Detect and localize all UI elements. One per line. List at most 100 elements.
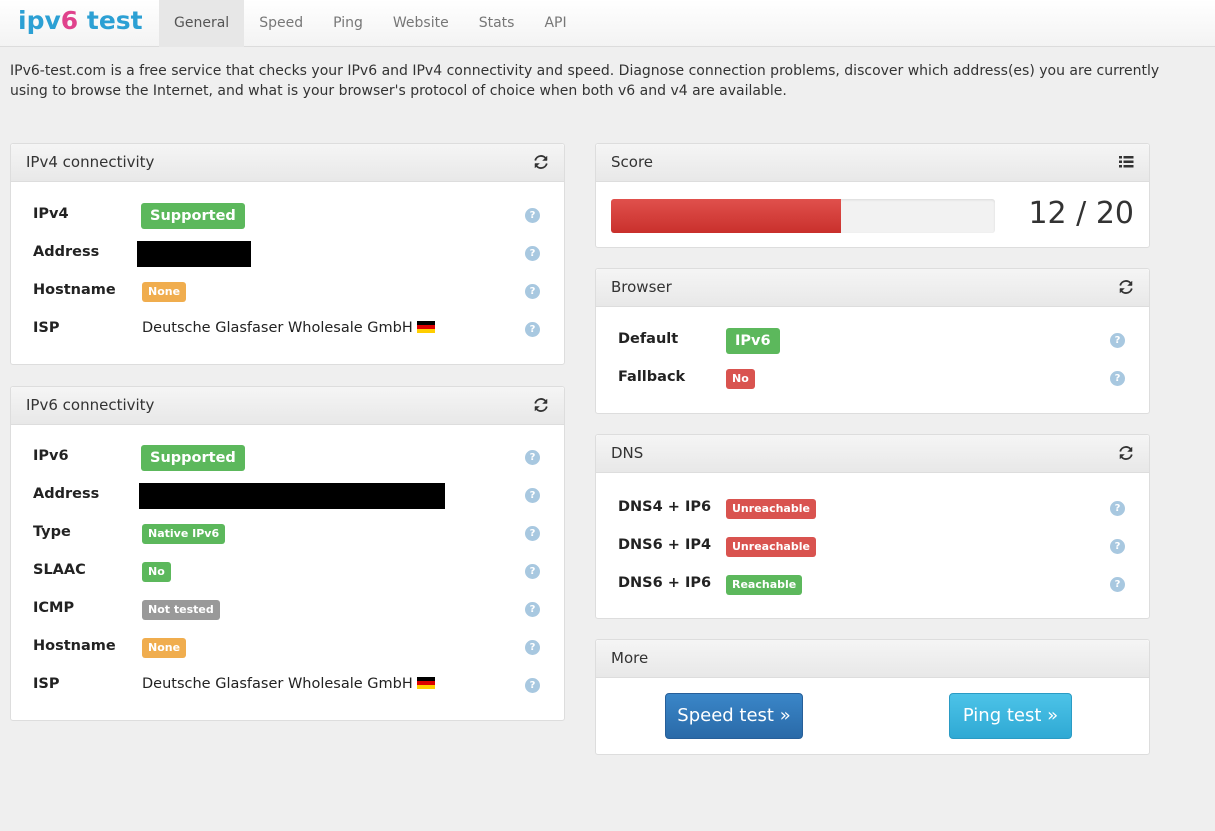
refresh-icon[interactable] xyxy=(532,396,550,414)
score-progress-fill xyxy=(611,199,842,233)
row-label: ICMP xyxy=(33,600,75,616)
nav-general[interactable]: General xyxy=(159,0,245,47)
isp-value: Deutsche Glasfaser Wholesale GmbH xyxy=(142,320,435,336)
row-label: SLAAC xyxy=(33,562,86,578)
score-progress-bar xyxy=(611,199,995,233)
speed-test-button[interactable]: Speed test » xyxy=(665,693,803,739)
logo[interactable]: ipv6 test xyxy=(18,6,143,36)
panel-title: IPv6 connectivity xyxy=(26,396,155,414)
ipv4-row-address: Address ? xyxy=(11,241,566,267)
panel-title: DNS xyxy=(611,444,644,462)
row-label: IPv4 xyxy=(33,206,69,222)
ipv6-row-status: IPv6 Supported ? xyxy=(11,445,566,471)
panel-header: Browser xyxy=(596,269,1149,307)
logo-text-ipv: ipv xyxy=(18,6,61,35)
ipv4-panel: IPv4 connectivity IPv4 Supported ? Addre… xyxy=(10,143,565,365)
ipv6-row-icmp: ICMP Not tested ? xyxy=(11,598,566,622)
help-icon[interactable]: ? xyxy=(525,526,540,541)
row-label: Hostname xyxy=(33,282,116,298)
status-badge: Native IPv6 xyxy=(142,524,226,544)
browser-panel: Browser Default IPv6 ? Fallback No ? xyxy=(595,268,1150,414)
status-badge: None xyxy=(142,282,187,302)
redacted-address xyxy=(137,241,251,267)
nav-stats[interactable]: Stats xyxy=(464,0,530,47)
help-icon[interactable]: ? xyxy=(525,602,540,617)
ping-test-button[interactable]: Ping test » xyxy=(949,693,1072,739)
panel-title: More xyxy=(611,649,649,667)
row-label: Address xyxy=(33,486,100,502)
help-icon[interactable]: ? xyxy=(525,284,540,299)
ipv4-row-status: IPv4 Supported ? xyxy=(11,203,566,229)
refresh-icon[interactable] xyxy=(1117,444,1135,462)
help-icon[interactable]: ? xyxy=(1110,333,1125,348)
help-icon[interactable]: ? xyxy=(525,450,540,465)
status-badge: Supported xyxy=(141,445,245,471)
panel-header: More xyxy=(596,640,1149,678)
help-icon[interactable]: ? xyxy=(525,208,540,223)
status-badge: Supported xyxy=(141,203,245,229)
help-icon[interactable]: ? xyxy=(525,640,540,655)
nav-api[interactable]: API xyxy=(529,0,581,47)
help-icon[interactable]: ? xyxy=(525,322,540,337)
status-badge: Unreachable xyxy=(726,537,816,557)
main-nav: General Speed Ping Website Stats API xyxy=(159,0,582,47)
flag-de-icon xyxy=(416,677,435,689)
row-label: DNS6 + IP4 xyxy=(618,537,712,553)
help-icon[interactable]: ? xyxy=(525,246,540,261)
isp-value: Deutsche Glasfaser Wholesale GmbH xyxy=(142,676,435,692)
help-icon[interactable]: ? xyxy=(525,678,540,693)
ipv4-row-isp: ISP Deutsche Glasfaser Wholesale GmbH ? xyxy=(11,318,566,342)
panel-header: Score xyxy=(596,144,1149,182)
list-icon[interactable] xyxy=(1117,153,1135,171)
logo-text-test: test xyxy=(78,6,143,35)
status-badge: Reachable xyxy=(726,575,803,595)
row-label: IPv6 xyxy=(33,448,69,464)
panel-header: IPv4 connectivity xyxy=(11,144,564,182)
row-label: DNS4 + IP6 xyxy=(618,499,712,515)
navbar: ipv6 test General Speed Ping Website Sta… xyxy=(0,0,1215,47)
nav-ping[interactable]: Ping xyxy=(318,0,378,47)
isp-name: Deutsche Glasfaser Wholesale GmbH xyxy=(142,320,413,336)
panel-title: Browser xyxy=(611,278,672,296)
row-label: Default xyxy=(618,331,679,347)
refresh-icon[interactable] xyxy=(1117,278,1135,296)
status-badge: Not tested xyxy=(142,600,220,620)
browser-row-fallback: Fallback No ? xyxy=(596,367,1151,391)
ipv6-row-hostname: Hostname None ? xyxy=(11,636,566,660)
dns-row-dns6-ip6: DNS6 + IP6 Reachable ? xyxy=(596,573,1151,597)
status-badge: None xyxy=(142,638,187,658)
row-label: ISP xyxy=(33,320,60,336)
refresh-icon[interactable] xyxy=(532,153,550,171)
nav-speed[interactable]: Speed xyxy=(244,0,318,47)
ipv6-row-isp: ISP Deutsche Glasfaser Wholesale GmbH ? xyxy=(11,674,566,698)
row-label: ISP xyxy=(33,676,60,692)
panel-header: DNS xyxy=(596,435,1149,473)
nav-website[interactable]: Website xyxy=(378,0,464,47)
help-icon[interactable]: ? xyxy=(1110,371,1125,386)
row-label: Address xyxy=(33,244,100,260)
help-icon[interactable]: ? xyxy=(525,488,540,503)
dns-row-dns4-ip6: DNS4 + IP6 Unreachable ? xyxy=(596,497,1151,521)
logo-text-6: 6 xyxy=(60,6,79,35)
row-label: DNS6 + IP6 xyxy=(618,575,712,591)
row-label: Type xyxy=(33,524,71,540)
row-label: Fallback xyxy=(618,369,686,385)
help-icon[interactable]: ? xyxy=(1110,539,1125,554)
help-icon[interactable]: ? xyxy=(1110,501,1125,516)
redacted-address xyxy=(139,483,445,509)
panel-header: IPv6 connectivity xyxy=(11,387,564,425)
dns-panel: DNS DNS4 + IP6 Unreachable ? DNS6 + IP4 … xyxy=(595,434,1150,619)
help-icon[interactable]: ? xyxy=(1110,577,1125,592)
panel-title: Score xyxy=(611,153,654,171)
ipv4-row-hostname: Hostname None ? xyxy=(11,280,566,304)
status-badge: No xyxy=(726,369,755,389)
help-icon[interactable]: ? xyxy=(525,564,540,579)
intro-text: IPv6-test.com is a free service that che… xyxy=(10,63,1160,99)
browser-row-default: Default IPv6 ? xyxy=(596,328,1151,354)
ipv6-row-address: Address ? xyxy=(11,483,566,509)
status-badge: No xyxy=(142,562,171,582)
score-value: 12 / 20 xyxy=(1028,196,1134,231)
dns-row-dns6-ip4: DNS6 + IP4 Unreachable ? xyxy=(596,535,1151,559)
ipv6-row-type: Type Native IPv6 ? xyxy=(11,522,566,546)
score-panel: Score 12 / 20 xyxy=(595,143,1150,248)
